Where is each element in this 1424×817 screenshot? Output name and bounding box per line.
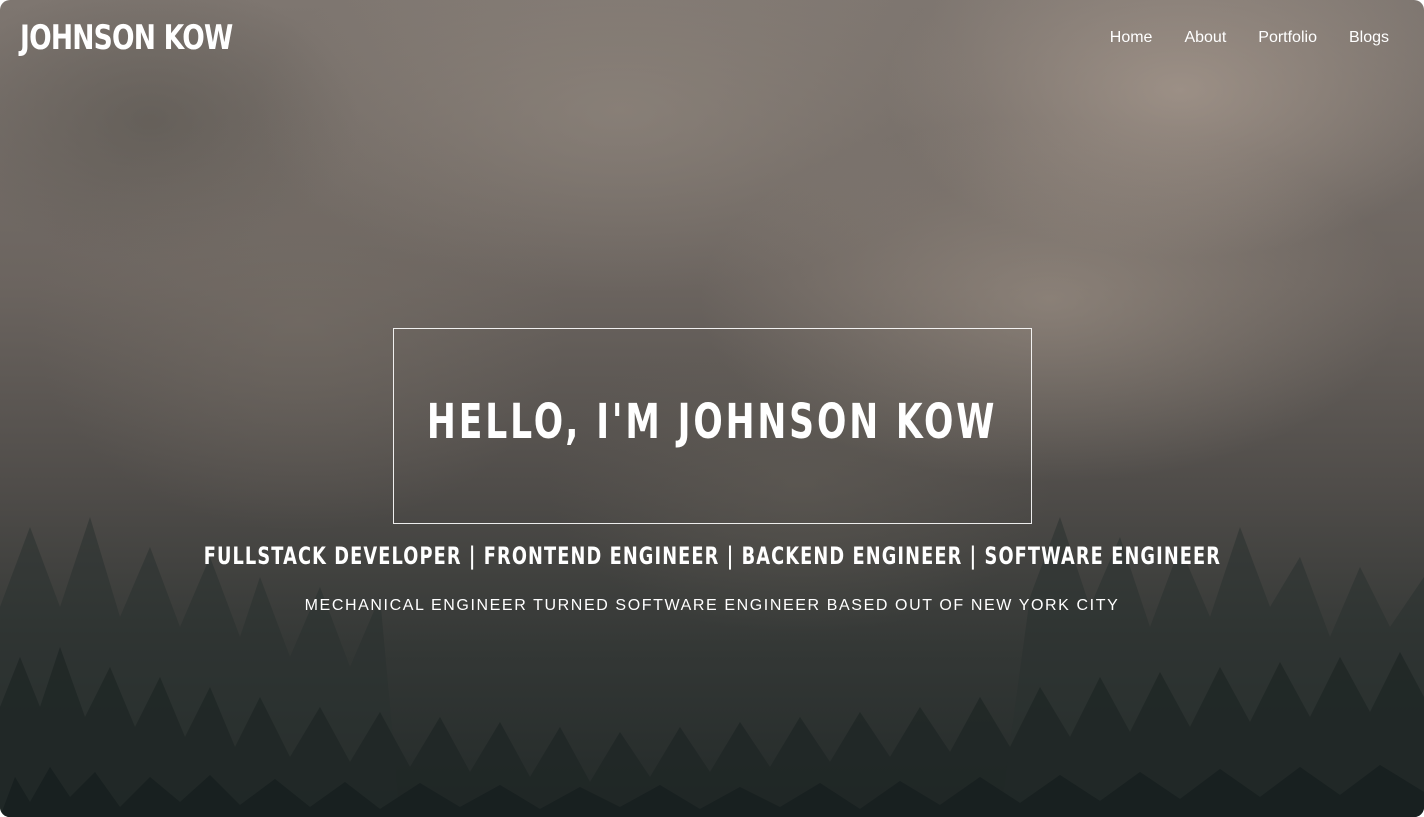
roles-text: FULLSTACK DEVELOPER | FRONTEND ENGINEER …	[203, 542, 1221, 570]
hero-page: JOHNSON KOW Home About Portfolio Blogs H…	[0, 0, 1424, 817]
nav-link-blogs[interactable]: Blogs	[1349, 29, 1389, 47]
top-navigation: JOHNSON KOW Home About Portfolio Blogs	[0, 0, 1424, 76]
brand-logo[interactable]: JOHNSON KOW	[20, 18, 233, 58]
nav-link-about[interactable]: About	[1184, 29, 1226, 47]
nav-links: Home About Portfolio Blogs	[1110, 29, 1389, 47]
nav-link-portfolio[interactable]: Portfolio	[1258, 29, 1317, 47]
hero-tagline: MECHANICAL ENGINEER TURNED SOFTWARE ENGI…	[304, 597, 1120, 614]
hero-roles: FULLSTACK DEVELOPER | FRONTEND ENGINEER …	[0, 542, 1424, 570]
hero-title-frame: HELLO, I'M JOHNSON KOW	[393, 328, 1032, 524]
nav-link-home[interactable]: Home	[1110, 29, 1153, 47]
hero-title: HELLO, I'M JOHNSON KOW	[427, 394, 998, 450]
